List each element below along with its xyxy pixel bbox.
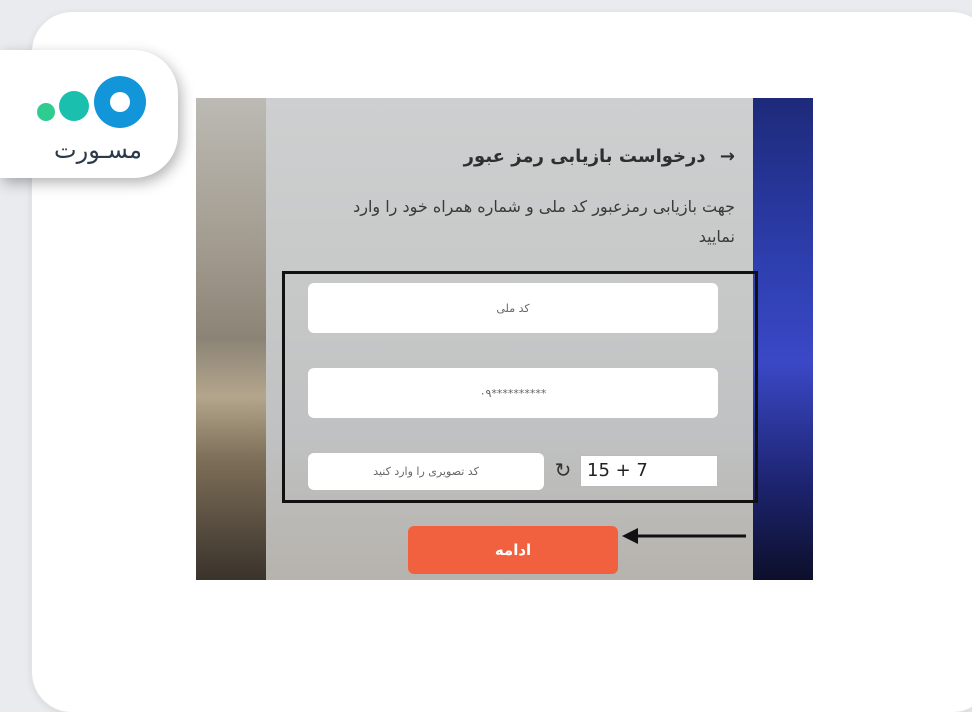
- background-car-image: [753, 98, 813, 580]
- pointer-arrow-icon: [622, 528, 746, 544]
- background-sky-image: [196, 98, 266, 580]
- logo-dots-icon: [37, 76, 146, 128]
- form-description: جهت بازیابی رمزعبور کد ملی و شماره همراه…: [353, 197, 735, 246]
- logo-text: مسـورت: [54, 136, 143, 164]
- form-title: → درخواست بازیابی رمز عبور: [464, 146, 735, 167]
- captcha-input[interactable]: کد تصویری را وارد کنید: [308, 453, 544, 490]
- phone-number-input[interactable]: ۰۹**********: [308, 368, 718, 418]
- form-title-text: درخواست بازیابی رمز عبور: [463, 146, 706, 167]
- national-code-input[interactable]: کد ملی: [308, 283, 718, 333]
- back-arrow-icon[interactable]: →: [720, 146, 735, 167]
- captcha-image: 15 + 7: [580, 455, 718, 487]
- embedded-screenshot: → درخواست بازیابی رمز عبور جهت بازیابی ر…: [196, 98, 813, 580]
- continue-button[interactable]: ادامه: [408, 526, 618, 574]
- refresh-captcha-icon[interactable]: ↻: [551, 458, 575, 482]
- logo-badge: مسـورت: [0, 50, 178, 178]
